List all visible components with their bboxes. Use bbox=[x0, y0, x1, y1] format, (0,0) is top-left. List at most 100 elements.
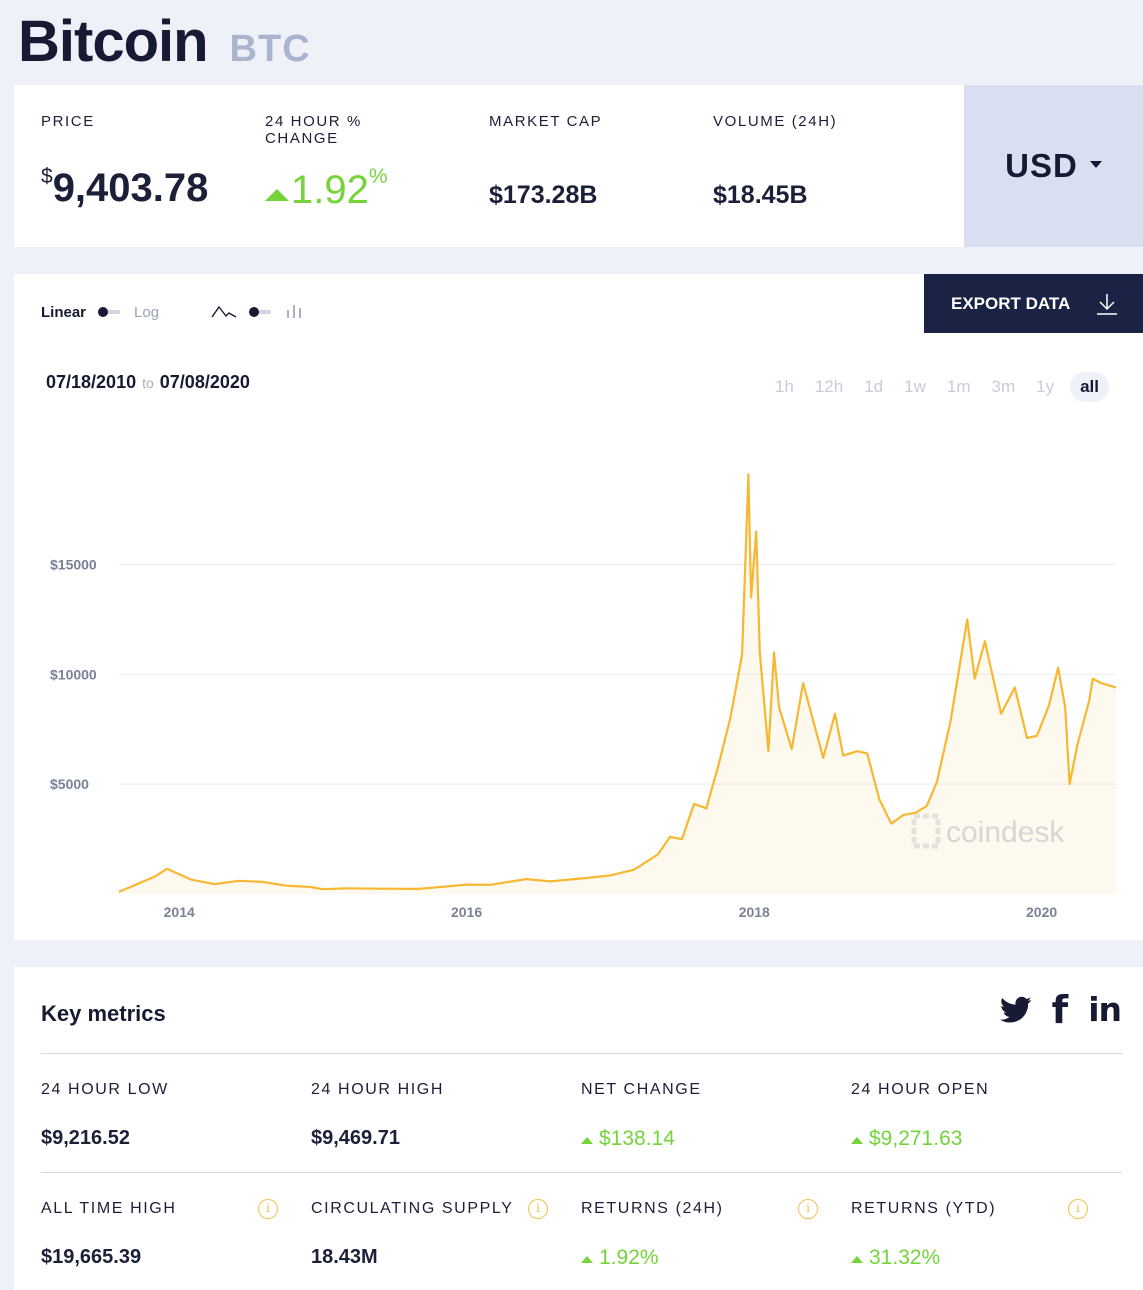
metric-circulating-supply: CIRCULATING SUPPLY i 18.43M bbox=[311, 1199, 551, 1268]
change-value: 1.92 bbox=[291, 168, 369, 212]
facebook-icon[interactable]: f bbox=[1052, 991, 1069, 1029]
metric-24-hour-low: 24 HOUR LOW $9,216.52 bbox=[41, 1081, 281, 1149]
currency-label: USD bbox=[1005, 147, 1078, 184]
info-icon[interactable]: i bbox=[798, 1199, 818, 1219]
metric-value: $19,665.39 bbox=[41, 1246, 141, 1269]
change-unit: % bbox=[368, 165, 388, 188]
date-to[interactable]: 07/08/2020 bbox=[160, 372, 250, 392]
range-3m[interactable]: 3m bbox=[992, 377, 1016, 397]
currency-selector[interactable]: USD bbox=[964, 85, 1143, 247]
export-data-label: EXPORT DATA bbox=[951, 293, 1071, 313]
x-tick-label: 2014 bbox=[164, 904, 195, 920]
price-currency-symbol: $ bbox=[41, 165, 53, 188]
change-value-group: 1.92% bbox=[265, 165, 388, 213]
metric-returns-ytd: RETURNS (YTD) i 31.32% bbox=[851, 1199, 1091, 1269]
date-from[interactable]: 07/18/2010 bbox=[46, 372, 136, 392]
date-range: 07/18/2010 to 07/08/2020 bbox=[46, 372, 250, 393]
up-arrow-icon bbox=[851, 1137, 863, 1144]
range-1h[interactable]: 1h bbox=[775, 377, 794, 397]
x-tick-label: 2018 bbox=[739, 904, 770, 920]
metric-value-text: $9,216.52 bbox=[41, 1127, 130, 1149]
metric-value: $9,469.71 bbox=[311, 1127, 400, 1150]
price-stat: PRICE $9,403.78 bbox=[41, 113, 208, 210]
volume-label: VOLUME (24H) bbox=[713, 113, 838, 130]
metric-all-time-high: ALL TIME HIGH i $19,665.39 bbox=[41, 1199, 281, 1268]
metric-value: $9,216.52 bbox=[41, 1127, 130, 1150]
metric-value: 1.92% bbox=[581, 1246, 659, 1270]
price-stats-card: PRICE $9,403.78 24 HOUR % CHANGE 1.92% M… bbox=[14, 85, 1143, 247]
download-icon bbox=[1096, 292, 1118, 316]
coin-symbol: BTC bbox=[229, 28, 311, 70]
chart-toggles: Linear Log bbox=[41, 302, 305, 322]
price-area bbox=[119, 474, 1116, 894]
market-cap-value: $173.28B bbox=[489, 181, 598, 209]
x-tick-label: 2020 bbox=[1026, 904, 1057, 920]
metric-returns-24h: RETURNS (24H) i 1.92% bbox=[581, 1199, 821, 1269]
linkedin-icon[interactable]: in bbox=[1088, 991, 1122, 1029]
chart-card: Linear Log EXPORT DATA 07/18/2010 to 07/08… bbox=[14, 274, 1143, 940]
metric-value-text: $9,469.71 bbox=[311, 1127, 400, 1149]
metric-net-change: NET CHANGE $138.14 bbox=[581, 1081, 821, 1150]
social-share: f in bbox=[980, 991, 1122, 1029]
metric-label: ALL TIME HIGH bbox=[41, 1200, 177, 1217]
up-arrow-icon bbox=[851, 1256, 863, 1263]
export-data-button[interactable]: EXPORT DATA bbox=[924, 274, 1143, 333]
caret-down-icon bbox=[1089, 160, 1102, 168]
market-cap-label: MARKET CAP bbox=[489, 113, 603, 130]
price-value-group: $9,403.78 bbox=[41, 165, 208, 211]
metric-24-hour-high: 24 HOUR HIGH $9,469.71 bbox=[311, 1081, 551, 1149]
range-1m[interactable]: 1m bbox=[947, 377, 971, 397]
metric-value-text: $138.14 bbox=[599, 1127, 675, 1150]
metric-label: CIRCULATING SUPPLY bbox=[311, 1200, 514, 1217]
range-1w[interactable]: 1w bbox=[904, 377, 926, 397]
metric-value-text: $19,665.39 bbox=[41, 1246, 142, 1268]
metric-value: $9,271.63 bbox=[851, 1127, 962, 1151]
y-tick-label: $10000 bbox=[50, 666, 97, 682]
chart-type-toggle[interactable] bbox=[249, 307, 273, 317]
twitter-icon[interactable] bbox=[999, 996, 1032, 1024]
key-metrics-title: Key metrics bbox=[41, 1001, 166, 1026]
range-12h[interactable]: 12h bbox=[815, 377, 843, 397]
candlestick-icon[interactable] bbox=[285, 302, 305, 322]
range-all[interactable]: all bbox=[1070, 372, 1109, 402]
coin-name: Bitcoin bbox=[18, 9, 209, 74]
metric-label: 24 HOUR OPEN bbox=[851, 1081, 990, 1098]
coin-header: Bitcoin BTC bbox=[18, 8, 311, 78]
metric-value-text: 31.32% bbox=[869, 1246, 941, 1269]
metric-label: RETURNS (24H) bbox=[581, 1200, 724, 1217]
metric-value: 31.32% bbox=[851, 1246, 940, 1270]
info-icon[interactable]: i bbox=[528, 1199, 548, 1219]
metric-value-text: 18.43M bbox=[311, 1246, 378, 1268]
up-arrow-icon bbox=[265, 189, 289, 201]
info-icon[interactable]: i bbox=[1068, 1199, 1088, 1219]
date-to-word: to bbox=[142, 375, 154, 391]
change-stat: 24 HOUR % CHANGE 1.92% bbox=[265, 113, 388, 212]
change-label-line1: 24 HOUR % bbox=[265, 113, 362, 130]
volume-value: $18.45B bbox=[713, 181, 808, 209]
price-value: 9,403.78 bbox=[52, 166, 209, 210]
line-chart-icon[interactable] bbox=[211, 304, 237, 320]
scale-log-label[interactable]: Log bbox=[134, 304, 159, 321]
x-tick-label: 2016 bbox=[451, 904, 482, 920]
scale-linear-label[interactable]: Linear bbox=[41, 304, 86, 321]
metric-24-hour-open: 24 HOUR OPEN $9,271.63 bbox=[851, 1081, 1091, 1150]
metric-value-text: 1.92% bbox=[599, 1246, 659, 1269]
time-range-selector: 1h 12h 1d 1w 1m 3m 1y all bbox=[754, 372, 1109, 402]
info-icon[interactable]: i bbox=[258, 1199, 278, 1219]
price-label: PRICE bbox=[41, 113, 95, 130]
up-arrow-icon bbox=[581, 1137, 593, 1144]
up-arrow-icon bbox=[581, 1256, 593, 1263]
range-1y[interactable]: 1y bbox=[1036, 377, 1054, 397]
divider bbox=[41, 1172, 1122, 1173]
metric-value: $138.14 bbox=[581, 1127, 675, 1151]
market-cap-stat: MARKET CAP $173.28B bbox=[489, 113, 603, 209]
y-tick-label: $15000 bbox=[50, 556, 97, 572]
metric-value-text: $9,271.63 bbox=[869, 1127, 963, 1150]
metric-value: 18.43M bbox=[311, 1246, 378, 1269]
y-tick-label: $5000 bbox=[50, 776, 89, 792]
range-1d[interactable]: 1d bbox=[864, 377, 883, 397]
price-chart[interactable]: $5000$10000$15000coindesk2014 2016 2018 202… bbox=[14, 424, 1143, 920]
metric-label: NET CHANGE bbox=[581, 1081, 702, 1098]
scale-toggle[interactable] bbox=[98, 307, 122, 317]
change-label-line2: CHANGE bbox=[265, 130, 339, 147]
